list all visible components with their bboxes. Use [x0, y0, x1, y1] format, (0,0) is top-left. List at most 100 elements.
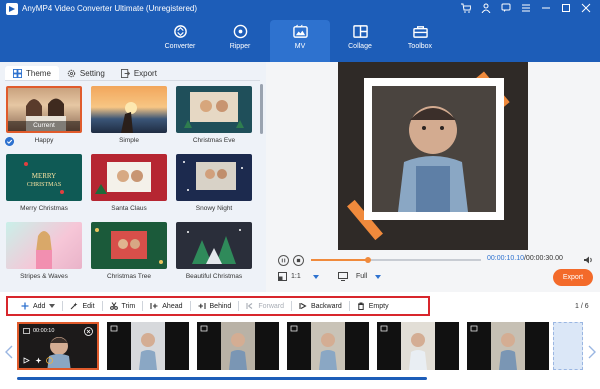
tab-theme-label: Theme: [26, 68, 51, 78]
timeline-clip[interactable]: 00:00:10: [17, 322, 99, 370]
behind-label: Behind: [209, 302, 232, 310]
nav-ripper[interactable]: Ripper: [210, 20, 270, 62]
trim-label: Trim: [121, 302, 136, 310]
close-icon[interactable]: [580, 2, 592, 14]
time-display: 00:00:10.10/00:00:30.00: [487, 255, 563, 262]
nav-converter-label: Converter: [164, 43, 196, 50]
monitor-icon: [338, 272, 348, 281]
theme-label: Merry Christmas: [20, 205, 68, 212]
ahead-button[interactable]: Ahead: [143, 298, 189, 314]
chat-icon[interactable]: [500, 2, 512, 14]
chevron-down-icon: [375, 274, 382, 279]
tab-divider: [5, 80, 260, 81]
progress-bar[interactable]: [311, 257, 481, 263]
trash-icon: [357, 302, 364, 310]
nav-collage[interactable]: Collage: [330, 20, 390, 62]
theme-label: Santa Claus: [111, 205, 147, 212]
nav-mv[interactable]: MV: [270, 20, 330, 62]
backward-button[interactable]: Backward: [292, 298, 349, 314]
theme-card-simple[interactable]: Simple: [91, 86, 167, 144]
svg-text:MERRY: MERRY: [32, 172, 57, 180]
page-counter: 1 / 6: [575, 303, 589, 310]
forward-button[interactable]: Forward: [239, 298, 291, 314]
chevron-right-icon[interactable]: [588, 345, 596, 359]
svg-text:CHRISTMAS: CHRISTMAS: [27, 182, 61, 188]
effect-icon[interactable]: [35, 357, 42, 364]
theme-card-beautiful-christmas[interactable]: Beautiful Christmas: [176, 222, 252, 280]
window-title: AnyMP4 Video Converter Ultimate (Unregis…: [22, 4, 198, 13]
tab-theme[interactable]: Theme: [5, 66, 59, 80]
timeline-clip[interactable]: [467, 322, 549, 370]
volume-icon[interactable]: [583, 255, 593, 265]
theme-card-christmas-tree[interactable]: Christmas Tree: [91, 222, 167, 280]
main-nav: Converter Ripper MV Collage Toolbox: [150, 20, 450, 62]
tab-setting[interactable]: Setting: [59, 66, 113, 80]
trim-button[interactable]: Trim: [103, 298, 143, 314]
gear-icon: [67, 69, 76, 77]
zoom-select[interactable]: Full: [338, 272, 382, 281]
play-icon[interactable]: [23, 357, 30, 364]
scissors-icon: [109, 302, 118, 310]
forward-label: Forward: [258, 302, 284, 310]
title-bar: AnyMP4 Video Converter Ultimate (Unregis…: [0, 0, 600, 62]
add-button[interactable]: Add: [14, 298, 62, 314]
user-icon[interactable]: [480, 2, 492, 14]
pause-button[interactable]: [278, 255, 289, 266]
converter-icon: [173, 25, 187, 38]
theme-thumbnail: [176, 86, 252, 133]
backward-label: Backward: [311, 302, 342, 310]
chevron-left-icon[interactable]: [5, 345, 13, 359]
ripper-icon: [233, 24, 247, 39]
nav-converter[interactable]: Converter: [150, 20, 210, 62]
timeline-clip[interactable]: [107, 322, 189, 370]
aspect-ratio-select[interactable]: 1:1: [278, 272, 319, 281]
zoom-value: Full: [356, 273, 368, 280]
tab-export[interactable]: Export: [113, 66, 165, 80]
theme-label: Happy: [34, 137, 54, 144]
theme-thumbnail: [6, 222, 82, 269]
maximize-icon[interactable]: [560, 2, 572, 14]
timeline-clip[interactable]: [287, 322, 369, 370]
theme-thumbnail: [91, 154, 167, 201]
theme-card-merry-christmas[interactable]: MERRY CHRISTMAS Merry Christmas: [6, 154, 82, 212]
cart-icon[interactable]: [460, 2, 472, 14]
timeline-clip[interactable]: [377, 322, 459, 370]
chevron-down-icon: [312, 274, 319, 279]
timeline-scrollbar[interactable]: [17, 377, 427, 380]
tab-export-label: Export: [133, 68, 157, 78]
grid-icon: [13, 68, 22, 78]
theme-thumbnail: [176, 154, 252, 201]
progress-knob[interactable]: [365, 257, 372, 263]
theme-card-happy[interactable]: Current Happy: [5, 86, 82, 146]
nav-toolbox[interactable]: Toolbox: [390, 20, 450, 62]
video-preview[interactable]: [338, 62, 528, 250]
clock-icon[interactable]: [46, 357, 53, 364]
theme-label: Simple: [119, 137, 139, 144]
behind-icon: [198, 303, 206, 309]
theme-card-snowy-night[interactable]: Snowy Night: [176, 154, 252, 212]
image-icon: [23, 328, 30, 334]
menu-icon[interactable]: [520, 2, 532, 14]
theme-thumbnail: [91, 86, 167, 133]
empty-label: Empty: [368, 302, 389, 310]
edit-button[interactable]: Edit: [63, 298, 101, 314]
export-icon: [120, 68, 130, 78]
timeline-clip[interactable]: [197, 322, 279, 370]
theme-card-christmas-eve[interactable]: Christmas Eve: [176, 86, 252, 144]
aspect-ratio-icon: [278, 272, 287, 281]
add-clip-placeholder[interactable]: [553, 322, 583, 370]
mv-icon: [292, 24, 308, 38]
theme-card-stripes-waves[interactable]: Stripes & Waves: [6, 222, 82, 280]
checkmark-icon: [5, 137, 14, 146]
nav-collage-label: Collage: [348, 43, 372, 50]
behind-button[interactable]: Behind: [191, 298, 239, 314]
stop-button[interactable]: [293, 255, 304, 266]
clip-duration: 00:00:10: [33, 328, 55, 334]
minimize-icon[interactable]: [540, 2, 552, 14]
backward-icon: [299, 303, 307, 309]
remove-clip-icon[interactable]: [84, 327, 93, 336]
theme-scrollbar[interactable]: [260, 84, 263, 134]
theme-card-santa-claus[interactable]: Santa Claus: [91, 154, 167, 212]
empty-button[interactable]: Empty: [350, 298, 396, 314]
export-button[interactable]: Export: [553, 269, 593, 286]
